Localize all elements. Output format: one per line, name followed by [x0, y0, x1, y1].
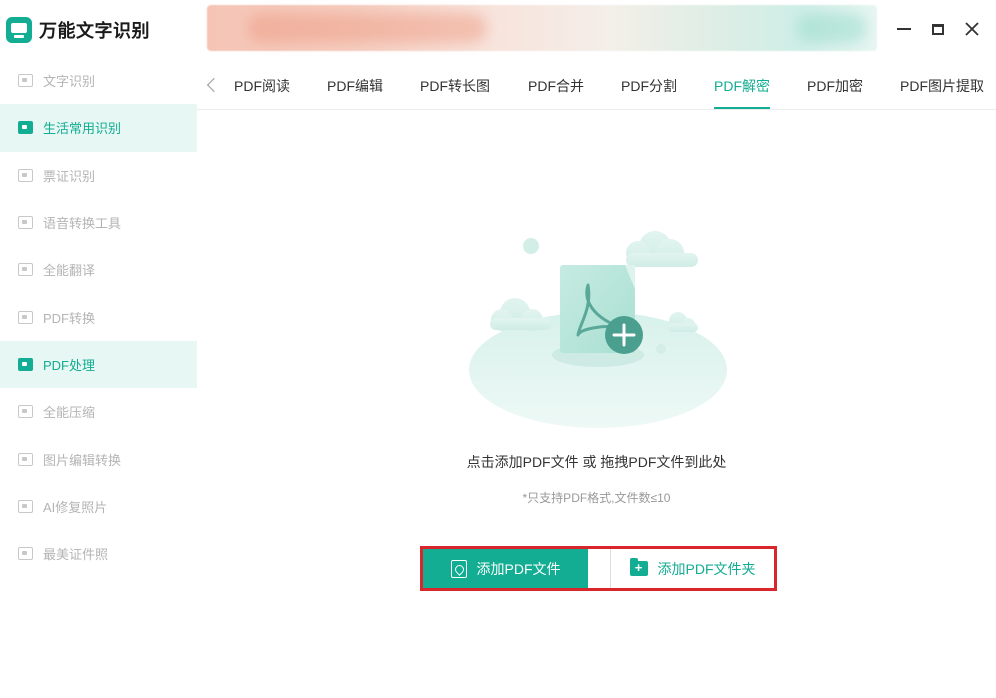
minimize-button[interactable] [889, 14, 919, 44]
upload-hint: *只支持PDF格式,文件数≤10 [522, 491, 671, 505]
sidebar-item-label: 票证识别 [43, 168, 96, 184]
chevron-left-icon[interactable] [203, 74, 221, 96]
tab-pdf-encrypt[interactable]: PDF加密 [807, 76, 863, 96]
pdf-tools-tabs: PDF阅读 PDF编辑 PDF转长图 PDF合并 PDF分割 PDF解密 PDF… [197, 62, 996, 110]
pdf-process-icon [18, 357, 33, 371]
sidebar-nav: 文字识别 生活常用识别 票证识别 语音转换工具 全能翻译 PDF转换 PDF处理… [0, 57, 197, 577]
sidebar-item-id-photo[interactable]: 最美证件照 [0, 530, 197, 577]
sidebar-item-pdf-process[interactable]: PDF处理 [0, 340, 197, 389]
sidebar-item-label: 全能翻译 [43, 263, 96, 279]
sidebar-item-voice-tools[interactable]: 语音转换工具 [0, 199, 197, 246]
sidebar-item-compress[interactable]: 全能压缩 [0, 388, 197, 435]
upload-illustration[interactable] [460, 225, 740, 435]
life-scan-icon [18, 121, 33, 135]
sidebar-item-life-recognition[interactable]: 生活常用识别 [0, 104, 197, 152]
sidebar-item-label: PDF转换 [43, 310, 96, 326]
sidebar-item-label: 语音转换工具 [43, 216, 122, 232]
app-title: 万能文字识别 [39, 21, 150, 41]
tab-pdf-decrypt[interactable]: PDF解密 [714, 76, 770, 109]
tab-pdf-to-long-image[interactable]: PDF转长图 [420, 76, 490, 96]
tab-pdf-edit[interactable]: PDF编辑 [327, 76, 383, 96]
sidebar-item-pdf-convert[interactable]: PDF转换 [0, 293, 197, 340]
tab-pdf-split[interactable]: PDF分割 [621, 76, 677, 96]
sidebar-item-ticket-recognition[interactable]: 票证识别 [0, 152, 197, 199]
add-pdf-file-label: 添加PDF文件 [476, 560, 561, 577]
pdf-convert-icon [18, 310, 33, 324]
folder-add-icon [629, 558, 648, 577]
close-icon [965, 22, 979, 36]
maximize-button[interactable] [923, 14, 953, 44]
tab-pdf-merge[interactable]: PDF合并 [528, 76, 584, 96]
add-file-button-group: 添加PDF文件 添加PDF文件夹 [420, 546, 777, 591]
sidebar-item-label: 生活常用识别 [43, 121, 122, 137]
tab-pdf-read[interactable]: PDF阅读 [234, 76, 290, 96]
tab-pdf-image-extract[interactable]: PDF图片提取 [900, 76, 984, 96]
minimize-icon [897, 28, 911, 30]
sidebar-item-label: 图片编辑转换 [43, 452, 122, 468]
id-photo-icon [18, 547, 33, 561]
add-pdf-folder-button[interactable]: 添加PDF文件夹 [611, 549, 774, 588]
sidebar-item-image-edit[interactable]: 图片编辑转换 [0, 435, 197, 482]
sidebar: 万能文字识别 文字识别 生活常用识别 票证识别 语音转换工具 全能翻译 PDF转… [0, 0, 197, 698]
add-pdf-file-button[interactable]: 添加PDF文件 [423, 549, 588, 588]
text-scan-icon [18, 74, 33, 88]
app-logo: 万能文字识别 [6, 14, 150, 46]
sidebar-item-label: AI修复照片 [43, 499, 108, 515]
sidebar-item-translate[interactable]: 全能翻译 [0, 246, 197, 293]
maximize-icon [932, 23, 944, 35]
pdf-file-icon [450, 559, 467, 578]
app-window: 万能文字识别 文字识别 生活常用识别 票证识别 语音转换工具 全能翻译 PDF转… [0, 0, 996, 698]
close-button[interactable] [957, 14, 987, 44]
image-edit-icon [18, 452, 33, 466]
sidebar-item-label: PDF处理 [43, 357, 96, 373]
add-pdf-folder-label: 添加PDF文件夹 [657, 560, 756, 577]
promo-banner[interactable] [207, 5, 877, 51]
app-logo-icon [6, 17, 32, 43]
sidebar-item-label: 最美证件照 [43, 547, 109, 563]
voice-convert-icon [18, 216, 33, 230]
compress-icon [18, 405, 33, 419]
upload-prompt: 点击添加PDF文件 或 拖拽PDF文件到此处 [466, 454, 727, 470]
title-bar [197, 0, 996, 62]
ticket-scan-icon [18, 168, 33, 182]
sidebar-item-label: 全能压缩 [43, 405, 96, 421]
sidebar-item-label: 文字识别 [43, 74, 96, 90]
sidebar-item-ai-repair[interactable]: AI修复照片 [0, 483, 197, 530]
sidebar-item-text-recognition[interactable]: 文字识别 [0, 57, 197, 104]
translate-icon [18, 263, 33, 277]
ai-repair-icon [18, 499, 33, 513]
